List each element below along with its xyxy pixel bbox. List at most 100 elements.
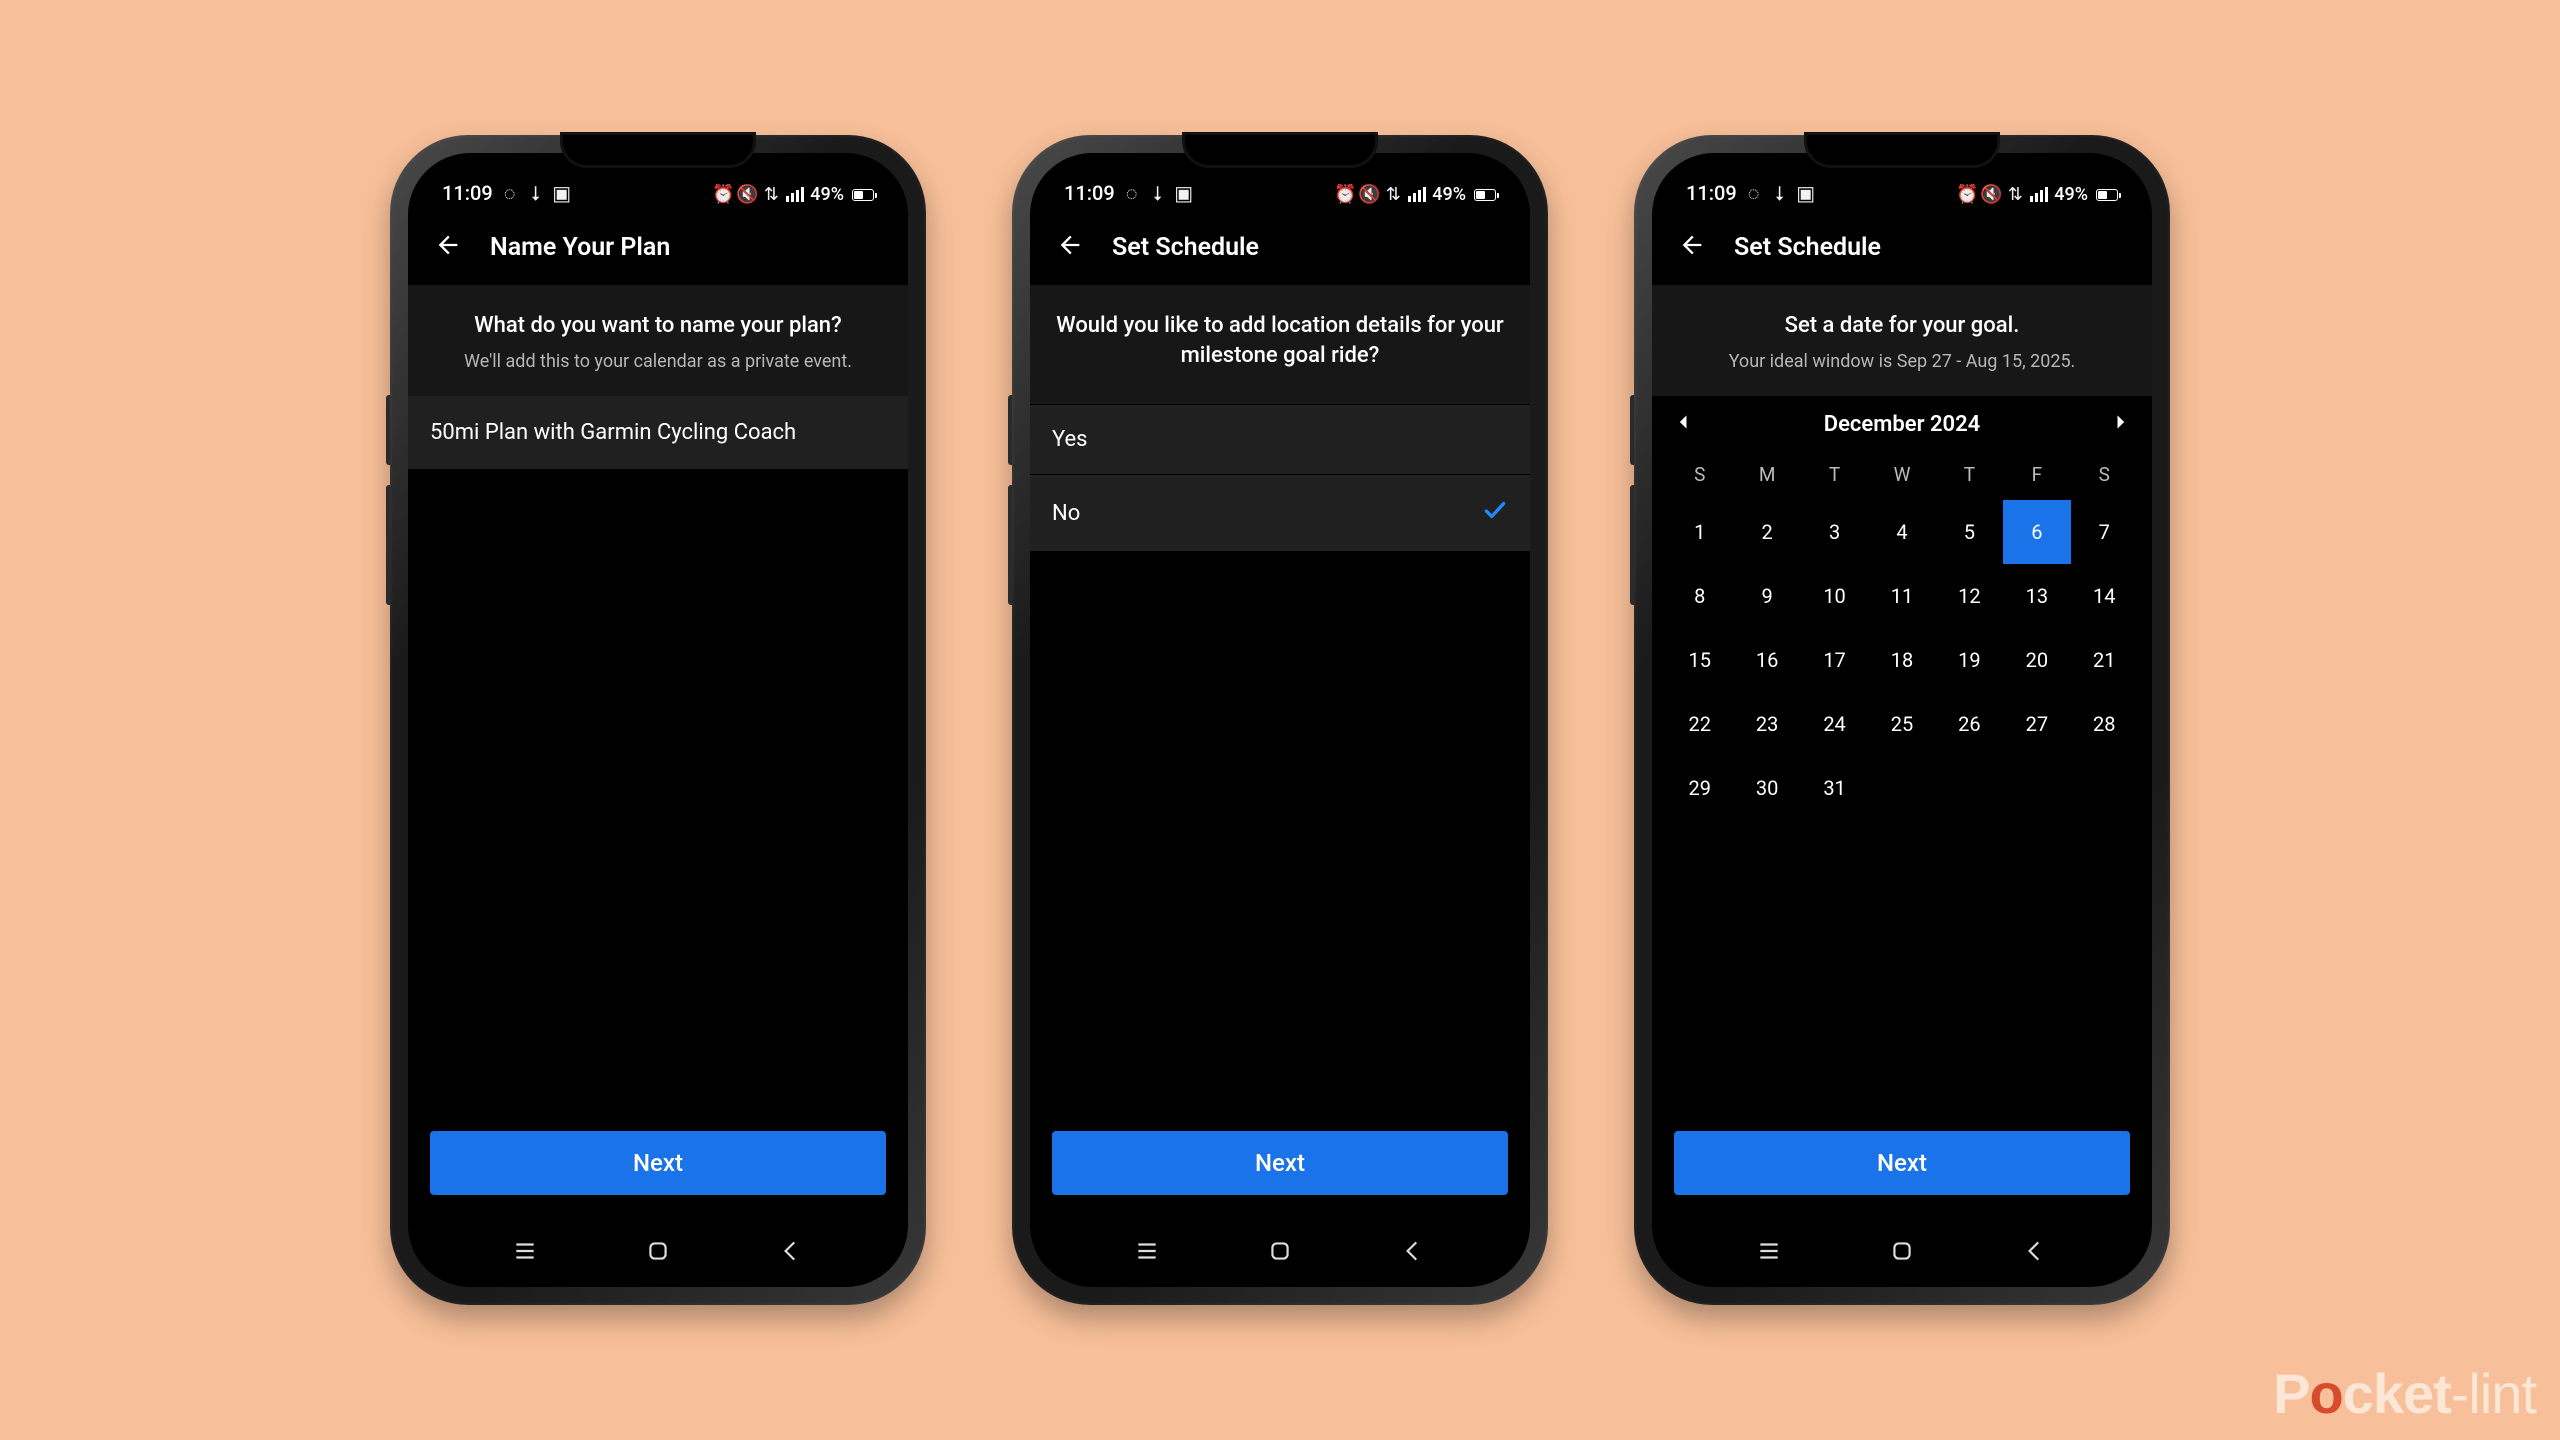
footer: Next xyxy=(408,1121,908,1223)
content-area: What do you want to name your plan? We'l… xyxy=(408,285,908,1223)
calendar-day[interactable]: 1 xyxy=(1666,500,1733,564)
prompt-title: Set a date for your goal. xyxy=(1674,311,2130,341)
spacer xyxy=(1652,828,2152,1121)
cloud-icon: ◌ xyxy=(501,184,519,202)
calendar-day[interactable]: 12 xyxy=(1936,564,2003,628)
calendar-header: December 2024 xyxy=(1666,396,2138,455)
next-month-button[interactable] xyxy=(2110,412,2130,436)
calendar-week: 1234567 xyxy=(1666,500,2138,564)
next-button[interactable]: Next xyxy=(1052,1131,1508,1195)
option-no[interactable]: No xyxy=(1030,474,1530,551)
status-time: 11:09 xyxy=(1064,181,1115,205)
battery-icon xyxy=(852,189,874,201)
calendar-day[interactable]: 25 xyxy=(1868,692,1935,756)
phone-frame-3: 11:09 ◌ ⭣ ▣ ⏰ 🔇 ⇅ 49% Set Sch xyxy=(1634,135,2170,1305)
calendar-day[interactable]: 28 xyxy=(2071,692,2138,756)
plan-name-input[interactable]: 50mi Plan with Garmin Cycling Coach xyxy=(408,396,908,469)
calendar-day[interactable]: 16 xyxy=(1733,628,1800,692)
recents-key[interactable] xyxy=(1751,1233,1787,1269)
calendar-dow: S xyxy=(1666,455,1733,500)
wm-pre: P xyxy=(2273,1362,2309,1425)
calendar-day[interactable]: 13 xyxy=(2003,564,2070,628)
calendar-day[interactable]: 4 xyxy=(1868,500,1935,564)
page-header: Set Schedule xyxy=(1030,209,1530,285)
calendar-dow: M xyxy=(1733,455,1800,500)
calendar-day[interactable]: 26 xyxy=(1936,692,2003,756)
battery-icon xyxy=(1474,189,1496,201)
notch xyxy=(563,135,753,165)
calendar-day[interactable]: 15 xyxy=(1666,628,1733,692)
watermark: Pocket-lint xyxy=(2273,1361,2536,1426)
cloud-icon: ◌ xyxy=(1745,184,1763,202)
calendar-dow: S xyxy=(2071,455,2138,500)
back-arrow-icon[interactable] xyxy=(1056,231,1084,263)
calendar: December 2024 SMTWTFS 123456789101112131… xyxy=(1652,396,2152,828)
back-arrow-icon[interactable] xyxy=(1678,231,1706,263)
recents-key[interactable] xyxy=(507,1233,543,1269)
next-button[interactable]: Next xyxy=(430,1131,886,1195)
calendar-day[interactable]: 24 xyxy=(1801,692,1868,756)
wifi-icon: ⇅ xyxy=(762,186,780,204)
back-arrow-icon[interactable] xyxy=(434,231,462,263)
status-left: 11:09 ◌ ⭣ ▣ xyxy=(442,181,571,205)
calendar-day[interactable]: 14 xyxy=(2071,564,2138,628)
cloud-icon: ◌ xyxy=(1123,184,1141,202)
calendar-day[interactable]: 21 xyxy=(2071,628,2138,692)
alarm-icon: ⏰ xyxy=(1336,186,1354,204)
recents-key[interactable] xyxy=(1129,1233,1165,1269)
calendar-week: 15161718192021 xyxy=(1666,628,2138,692)
wifi-icon: ⇅ xyxy=(2006,186,2024,204)
battery-pct: 49% xyxy=(1432,184,1466,205)
home-key[interactable] xyxy=(640,1233,676,1269)
calendar-day[interactable]: 27 xyxy=(2003,692,2070,756)
calendar-day[interactable]: 31 xyxy=(1801,756,1868,820)
page-title: Name Your Plan xyxy=(490,233,670,262)
calendar-day[interactable]: 9 xyxy=(1733,564,1800,628)
wm-o: o xyxy=(2309,1361,2342,1426)
calendar-day[interactable]: 19 xyxy=(1936,628,2003,692)
battery-pct: 49% xyxy=(810,184,844,205)
wm-thin: -lint xyxy=(2451,1362,2536,1425)
calendar-day[interactable]: 22 xyxy=(1666,692,1733,756)
calendar-day[interactable]: 30 xyxy=(1733,756,1800,820)
notch xyxy=(1185,135,1375,165)
home-key[interactable] xyxy=(1262,1233,1298,1269)
option-yes[interactable]: Yes xyxy=(1030,404,1530,474)
calendar-day[interactable]: 8 xyxy=(1666,564,1733,628)
back-key[interactable] xyxy=(2017,1233,2053,1269)
mute-icon: 🔇 xyxy=(1982,186,2000,204)
calendar-day[interactable]: 5 xyxy=(1936,500,2003,564)
next-button[interactable]: Next xyxy=(1674,1131,2130,1195)
calendar-day[interactable]: 7 xyxy=(2071,500,2138,564)
calendar-day[interactable]: 11 xyxy=(1868,564,1935,628)
calendar-week: 22232425262728 xyxy=(1666,692,2138,756)
status-time: 11:09 xyxy=(442,181,493,205)
calendar-day[interactable]: 17 xyxy=(1801,628,1868,692)
calendar-day[interactable]: 2 xyxy=(1733,500,1800,564)
calendar-day[interactable]: 18 xyxy=(1868,628,1935,692)
prompt-subtitle: We'll add this to your calendar as a pri… xyxy=(430,351,886,372)
image-icon: ▣ xyxy=(1175,184,1193,202)
back-key[interactable] xyxy=(773,1233,809,1269)
calendar-dow: W xyxy=(1868,455,1935,500)
home-key[interactable] xyxy=(1884,1233,1920,1269)
calendar-day[interactable]: 20 xyxy=(2003,628,2070,692)
image-icon: ▣ xyxy=(553,184,571,202)
calendar-day[interactable]: 29 xyxy=(1666,756,1733,820)
calendar-empty xyxy=(2071,756,2138,820)
prev-month-button[interactable] xyxy=(1674,412,1694,436)
calendar-day[interactable]: 3 xyxy=(1801,500,1868,564)
calendar-dow: T xyxy=(1936,455,2003,500)
back-key[interactable] xyxy=(1395,1233,1431,1269)
calendar-day[interactable]: 6 xyxy=(2003,500,2070,564)
phone-frame-1: 11:09 ◌ ⭣ ▣ ⏰ 🔇 ⇅ 49% Name Yo xyxy=(390,135,926,1305)
image-icon: ▣ xyxy=(1797,184,1815,202)
calendar-dow-row: SMTWTFS xyxy=(1666,455,2138,500)
calendar-day[interactable]: 10 xyxy=(1801,564,1868,628)
status-left: 11:09 ◌ ⭣ ▣ xyxy=(1064,181,1193,205)
signal-icon xyxy=(786,187,804,202)
calendar-day[interactable]: 23 xyxy=(1733,692,1800,756)
spacer xyxy=(408,469,908,1121)
status-right: ⏰ 🔇 ⇅ 49% xyxy=(1958,184,2118,205)
checkmark-icon xyxy=(1482,497,1508,529)
